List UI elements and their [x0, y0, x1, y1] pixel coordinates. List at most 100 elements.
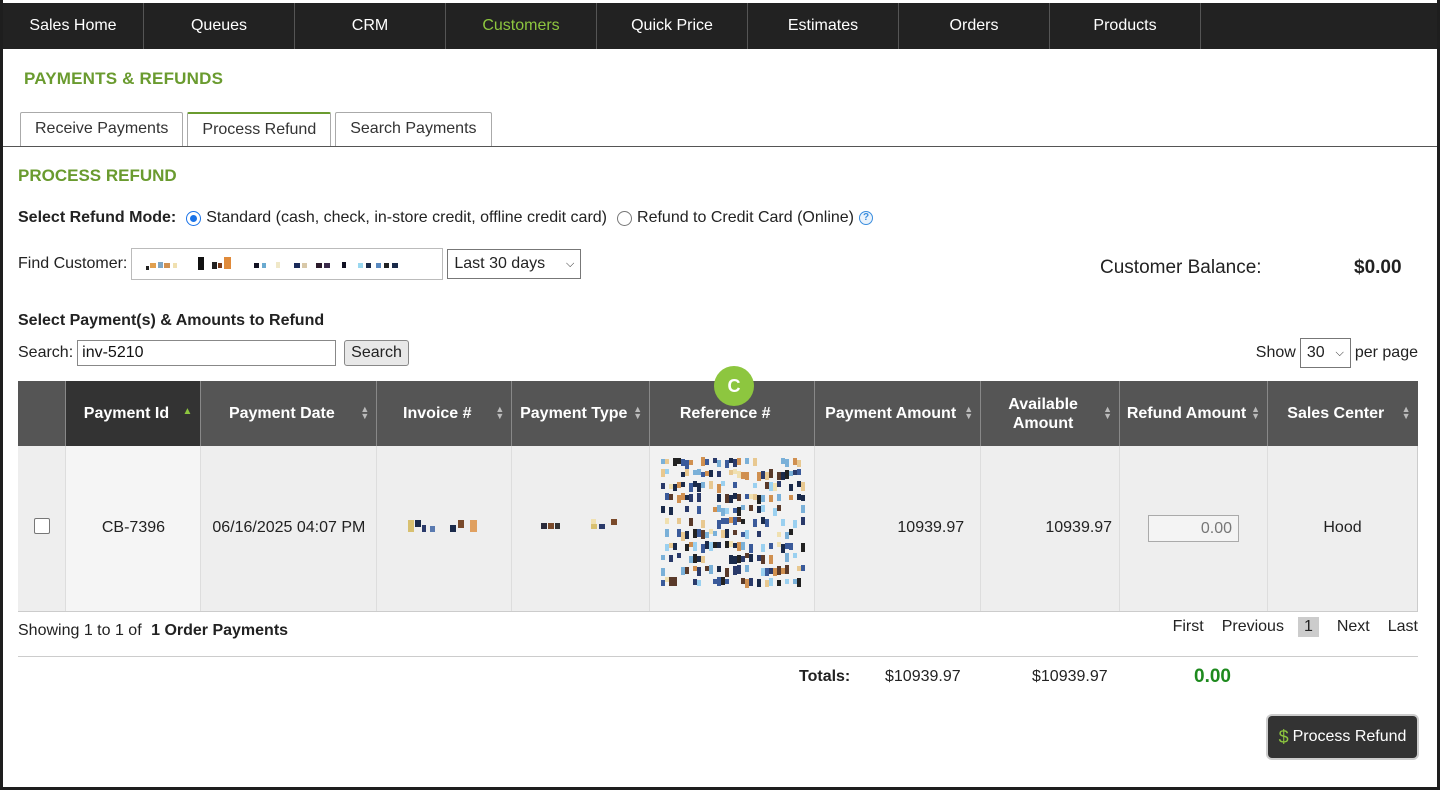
col-sales-center[interactable]: Sales Center ▲ ▼ [1267, 381, 1418, 446]
find-customer-label: Find Customer: [18, 255, 128, 272]
sort-icon: ▲ ▼ [1103, 404, 1113, 421]
nav-quick-price[interactable]: Quick Price [597, 3, 748, 49]
showing-summary: Showing 1 to 1 of 1 Order Payments [18, 622, 288, 640]
date-range-select[interactable]: Last 30 days ⌵ [447, 249, 582, 279]
col-refund-amount-label: Refund Amount [1126, 405, 1247, 422]
page-size-row: Show 30 ⌵ per page [1256, 338, 1418, 368]
nav-estimates[interactable]: Estimates [748, 3, 899, 49]
tab-process-refund[interactable]: Process Refund [187, 112, 332, 146]
sort-icon: ▲ ▼ [495, 404, 505, 421]
sort-icon: ▲ ▼ [964, 404, 974, 421]
page-size-value: 30 [1306, 344, 1325, 361]
top-nav: Sales Home Queues CRM Customers Quick Pr… [3, 3, 1437, 49]
pager-last[interactable]: Last [1388, 618, 1418, 636]
page-title: PAYMENTS & REFUNDS [24, 69, 224, 88]
refund-mode-label: Select Refund Mode: [18, 209, 177, 226]
col-payment-date-label: Payment Date [228, 405, 335, 422]
showing-count: 1 Order Payments [151, 622, 289, 639]
pager-current-page[interactable]: 1 [1297, 617, 1319, 637]
date-range-value: Last 30 days [454, 255, 546, 272]
col-payment-type-label: Payment Type [520, 405, 628, 422]
section-title: PROCESS REFUND [18, 166, 177, 185]
sort-icon: ▲ ▼ [360, 404, 370, 421]
payment-id-cell: CB-7396 [65, 446, 202, 612]
pager-previous[interactable]: Previous [1222, 618, 1284, 636]
col-invoice-label: Invoice # [403, 405, 472, 422]
sort-icon: ▲ ▼ [1401, 404, 1411, 421]
payments-table: Payment Id ▲ Payment Date ▲ ▼ Invoice # ▲… [18, 381, 1418, 612]
redacted-payment-type [540, 518, 617, 529]
totals-divider [18, 656, 1418, 657]
tab-bar: Receive Payments Process Refund Search P… [20, 112, 496, 146]
row-checkbox[interactable] [33, 517, 50, 534]
redacted-customer-name [146, 257, 399, 270]
refund-amount-cell: 0.00 [1119, 446, 1269, 612]
col-payment-amount-label: Payment Amount [825, 405, 957, 422]
help-icon[interactable]: ? [859, 211, 873, 225]
dollar-icon: $ [1278, 726, 1289, 747]
col-payment-date[interactable]: Payment Date ▲ ▼ [200, 381, 378, 446]
pager-next[interactable]: Next [1337, 618, 1370, 636]
reference-cell [649, 446, 816, 612]
tab-divider [3, 146, 1437, 147]
select-payments-title: Select Payment(s) & Amounts to Refund [18, 312, 325, 329]
radio-standard[interactable] [186, 210, 202, 226]
search-input[interactable] [77, 340, 337, 366]
total-refund-amount: 0.00 [1194, 666, 1231, 687]
nav-products[interactable]: Products [1050, 3, 1201, 49]
tab-receive-payments[interactable]: Receive Payments [20, 112, 184, 146]
show-label: Show [1255, 344, 1296, 361]
col-available-amount-label: Available Amount [1008, 395, 1078, 432]
customer-balance-label: Customer Balance: [1100, 257, 1262, 278]
col-reference-label: Reference # [679, 405, 771, 422]
refund-amount-input[interactable]: 0.00 [1148, 514, 1240, 542]
col-refund-amount[interactable]: Refund Amount ▲ ▼ [1119, 381, 1269, 446]
col-payment-id-label: Payment Id [83, 405, 170, 422]
row-select-cell [18, 446, 67, 612]
redacted-reference [661, 456, 806, 588]
per-page-label: per page [1354, 344, 1418, 361]
find-customer-row: Find Customer: Last 30 days ⌵ [18, 248, 582, 280]
search-label: Search: [18, 344, 74, 361]
payment-amount-cell: 10939.97 [814, 446, 982, 612]
chevron-down-icon: ⌵ [1335, 347, 1344, 359]
sort-asc-icon: ▲ [182, 406, 193, 417]
radio-credit-card-label[interactable]: Refund to Credit Card (Online) [637, 209, 854, 227]
totals-label: Totals: [799, 668, 851, 685]
radio-standard-label[interactable]: Standard (cash, check, in-store credit, … [206, 209, 607, 227]
sales-center-cell: Hood [1267, 446, 1418, 612]
pager-first[interactable]: First [1173, 618, 1204, 636]
available-amount-cell: 10939.97 [980, 446, 1121, 612]
nav-sales-home[interactable]: Sales Home [3, 3, 144, 49]
select-column-header [18, 381, 67, 446]
redacted-invoice [408, 519, 478, 532]
col-payment-id[interactable]: Payment Id ▲ [65, 381, 202, 446]
nav-queues[interactable]: Queues [144, 3, 295, 49]
nav-orders[interactable]: Orders [899, 3, 1050, 49]
col-available-amount[interactable]: Available Amount ▲ ▼ [980, 381, 1121, 446]
refund-mode-row: Select Refund Mode: Standard (cash, chec… [18, 209, 873, 227]
invoice-cell [376, 446, 513, 612]
sort-icon: ▲ ▼ [633, 404, 643, 421]
radio-credit-card-online[interactable] [617, 210, 633, 226]
col-payment-amount[interactable]: Payment Amount ▲ ▼ [814, 381, 982, 446]
customer-balance-value: $0.00 [1354, 257, 1402, 278]
table-row: CB-7396 06/16/2025 04:07 PM 10939.97 109… [18, 446, 1418, 612]
pagination: First Previous 1 Next Last [1173, 617, 1418, 637]
payment-type-cell [511, 446, 651, 612]
col-invoice[interactable]: Invoice # ▲ ▼ [376, 381, 513, 446]
process-refund-label: Process Refund [1292, 728, 1407, 745]
showing-text: Showing 1 to 1 of [18, 622, 142, 639]
payment-date-cell: 06/16/2025 04:07 PM [200, 446, 378, 612]
find-customer-input[interactable] [131, 248, 444, 280]
sort-icon: ▲ ▼ [1251, 404, 1261, 421]
nav-crm[interactable]: CRM [295, 3, 446, 49]
search-button[interactable]: Search [344, 340, 409, 366]
process-refund-button[interactable]: $ Process Refund [1268, 716, 1417, 758]
page-size-select[interactable]: 30 ⌵ [1299, 338, 1351, 368]
search-row: Search: Search [18, 340, 409, 366]
tab-search-payments[interactable]: Search Payments [335, 112, 492, 146]
nav-customers[interactable]: Customers [446, 3, 597, 49]
total-payment-amount: $10939.97 [885, 668, 961, 685]
col-payment-type[interactable]: Payment Type ▲ ▼ [511, 381, 651, 446]
